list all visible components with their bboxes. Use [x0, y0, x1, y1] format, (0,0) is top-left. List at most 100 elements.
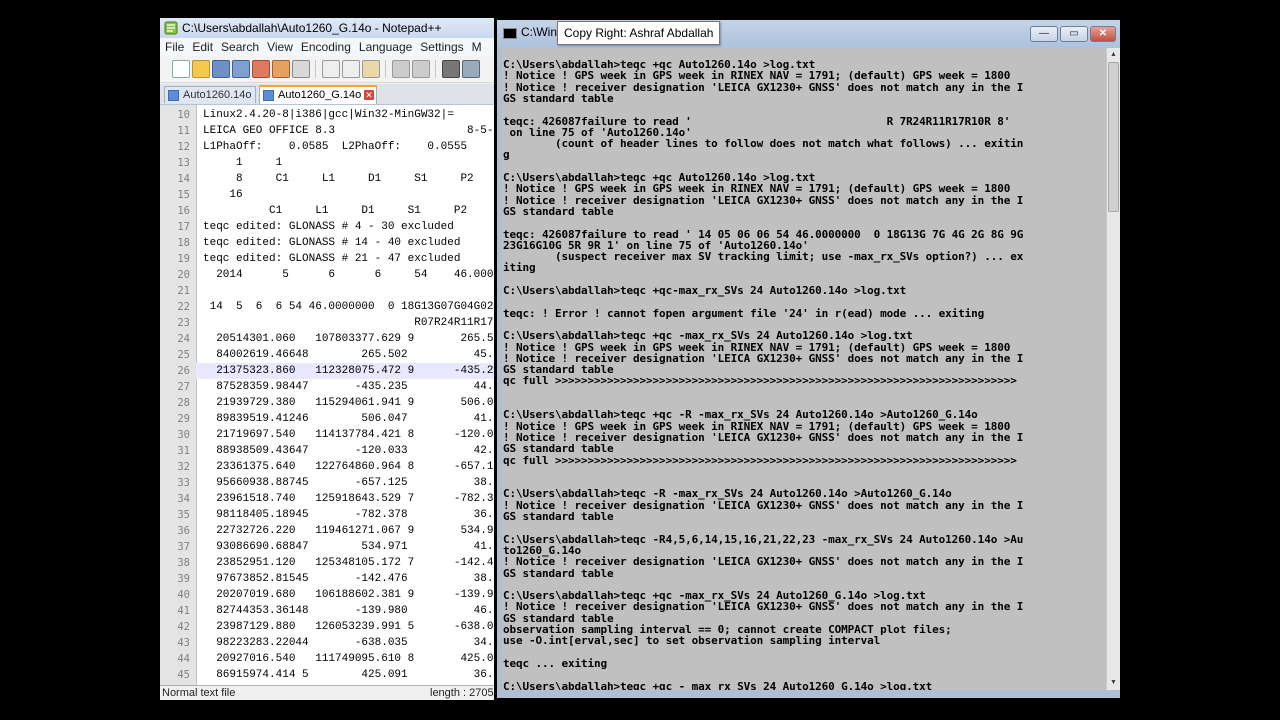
save-all-icon[interactable]: [232, 60, 250, 78]
console-line: teqc: ! Error ! cannot fopen argument fi…: [503, 306, 985, 320]
code-line[interactable]: teqc edited: GLONASS # 21 - 47 excluded: [203, 251, 460, 267]
code-line[interactable]: 89839519.41246 506.047 41.0: [203, 411, 494, 427]
cmd-icon: [503, 28, 517, 39]
code-line[interactable]: teqc edited: GLONASS # 4 - 30 excluded: [203, 219, 454, 235]
menu-language[interactable]: Language: [354, 38, 412, 56]
paste-icon[interactable]: [362, 60, 380, 78]
status-file-type: Normal text file: [162, 687, 236, 699]
scrollbar-thumb[interactable]: [1108, 62, 1119, 212]
menu-file[interactable]: File: [160, 38, 184, 56]
code-line[interactable]: 95660938.88745 -657.125 38.0: [203, 475, 494, 491]
line-number: 40: [177, 589, 190, 601]
console-scrollbar[interactable]: ▲ ▼: [1106, 48, 1120, 690]
menu-view[interactable]: View: [262, 38, 293, 56]
code-line[interactable]: 20514301.060 107803377.629 9 265.5: [203, 331, 493, 347]
code-line[interactable]: 97673852.81545 -142.476 38.3: [203, 571, 494, 587]
line-number: 23: [177, 317, 190, 329]
code-line[interactable]: 88938509.43647 -120.033 42.8: [203, 443, 494, 459]
code-line[interactable]: 14 5 6 6 54 46.0000000 0 18G13G07G04G02: [203, 299, 494, 315]
close-file-icon[interactable]: [252, 60, 270, 78]
code-line[interactable]: 82744353.36148 -139.980 46.3: [203, 603, 494, 619]
cut-icon[interactable]: [322, 60, 340, 78]
code-line[interactable]: LEICA GEO OFFICE 8.3 8-5-: [203, 123, 493, 139]
code-line[interactable]: 16: [203, 187, 242, 203]
code-line[interactable]: 98223283.22044 -638.035 34.0: [203, 635, 494, 651]
menu-edit[interactable]: Edit: [187, 38, 213, 56]
code-line[interactable]: 23961518.740 125918643.529 7 -782.3: [203, 491, 493, 507]
scroll-down-icon[interactable]: ▼: [1107, 676, 1120, 689]
copy-icon[interactable]: [342, 60, 360, 78]
code-line[interactable]: teqc edited: GLONASS # 14 - 40 excluded: [203, 235, 460, 251]
line-number: 34: [177, 493, 190, 505]
code-line[interactable]: 23852951.120 125348105.172 7 -142.4: [203, 555, 493, 571]
code-line[interactable]: R07R24R11R17: [203, 315, 493, 331]
console-line: GS standard table: [503, 566, 614, 580]
line-number: 16: [177, 205, 190, 217]
line-number: 10: [177, 109, 190, 121]
code-line[interactable]: 21719697.540 114137784.421 8 -120.0: [203, 427, 493, 443]
new-file-icon[interactable]: [172, 60, 190, 78]
close-tab-icon[interactable]: ✕: [364, 90, 374, 100]
code-line[interactable]: 23361375.640 122764860.964 8 -657.1: [203, 459, 493, 475]
open-folder-icon[interactable]: [192, 60, 210, 78]
console-line: teqc ... exiting: [503, 656, 608, 670]
code-line[interactable]: 23987129.880 126053239.991 5 -638.0: [203, 619, 493, 635]
scroll-up-icon[interactable]: ▲: [1107, 48, 1120, 61]
tab-auto1260[interactable]: Auto1260.14o: [164, 86, 256, 103]
code-line[interactable]: Linux2.4.20-8|i386|gcc|Win32-MinGW32|=: [203, 107, 454, 123]
line-number: 25: [177, 349, 190, 361]
line-number: 41: [177, 605, 190, 617]
line-number: 19: [177, 253, 190, 265]
line-number: 24: [177, 333, 190, 345]
console-line: ! Notice ! receiver designation 'LEICA G…: [503, 600, 1024, 614]
console-line: qc full >>>>>>>>>>>>>>>>>>>>>>>>>>>>>>>>…: [503, 374, 1017, 388]
tab-auto1260-g[interactable]: Auto1260_G.14o ✕: [259, 85, 377, 104]
close-all-icon[interactable]: [272, 60, 290, 78]
code-line[interactable]: L1PhaOff: 0.0585 L2PhaOff: 0.0555: [203, 139, 467, 155]
replace-icon[interactable]: [462, 60, 480, 78]
console-output[interactable]: C:\Users\abdallah>teqc +qc Auto1260.14o …: [502, 48, 1106, 690]
line-number: 27: [177, 381, 190, 393]
code-line[interactable]: 93086690.68847 534.971 41.7: [203, 539, 494, 555]
save-icon[interactable]: [212, 60, 230, 78]
find-icon[interactable]: [442, 60, 460, 78]
code-line[interactable]: 2014 5 6 6 54 46.0000000: [203, 267, 494, 283]
console-line: GS standard table: [503, 91, 614, 105]
print-icon[interactable]: [292, 60, 310, 78]
code-line[interactable]: 20927016.540 111749095.610 8 425.0: [203, 651, 493, 667]
code-line[interactable]: 1 1: [203, 155, 282, 171]
code-line[interactable]: 20207019.680 106188602.381 9 -139.9: [203, 587, 493, 603]
console-line: qc full >>>>>>>>>>>>>>>>>>>>>>>>>>>>>>>>…: [503, 453, 1017, 467]
line-number: 22: [177, 301, 190, 313]
line-number: 28: [177, 397, 190, 409]
code-line[interactable]: 8 C1 L1 D1 S1 P2 L2: [203, 171, 494, 187]
code-line[interactable]: 87528359.98447 -435.235 44.3: [203, 379, 494, 395]
menu-settings[interactable]: Settings: [415, 38, 463, 56]
notepad-title-bar[interactable]: C:\Users\abdallah\Auto1260_G.14o - Notep…: [160, 18, 494, 38]
file-icon: [168, 90, 179, 101]
line-number: 29: [177, 413, 190, 425]
code-line[interactable]: 84002619.46648 265.502 45.9: [203, 347, 494, 363]
code-line[interactable]: 22732726.220 119461271.067 9 534.9: [203, 523, 493, 539]
tab-label: Auto1260.14o: [183, 89, 252, 101]
redo-icon[interactable]: [412, 60, 430, 78]
line-number: 42: [177, 621, 190, 633]
code-line[interactable]: 21939729.380 115294061.941 9 506.0: [203, 395, 493, 411]
maximize-button[interactable]: ▭: [1060, 26, 1088, 42]
code-line[interactable]: 86915974.414 5 425.091 36.9: [203, 667, 494, 683]
menu-search[interactable]: Search: [216, 38, 259, 56]
menu-encoding[interactable]: Encoding: [296, 38, 351, 56]
menu-more[interactable]: M: [467, 38, 482, 56]
code-line[interactable]: 21375323.860 112328075.472 9 -435.2: [203, 363, 493, 379]
close-button[interactable]: ✕: [1090, 26, 1116, 42]
line-number: 44: [177, 653, 190, 665]
undo-icon[interactable]: [392, 60, 410, 78]
text-editor[interactable]: 10 11 12 13 14 15 16 17 18 19 20 21 22 23 24 25 26 27 28 29…: [160, 105, 494, 685]
notepad-app-icon: [164, 21, 178, 35]
code-line[interactable]: C1 L1 D1 S1 P2 L2: [203, 203, 494, 219]
copyright-tooltip: Copy Right: Ashraf Abdallah: [557, 21, 721, 45]
code-line[interactable]: 98118405.18945 -782.378 36.3: [203, 507, 494, 523]
line-number: 37: [177, 541, 190, 553]
minimize-button[interactable]: —: [1030, 26, 1058, 42]
console-line: C:\Users\abdallah>teqc +qc -R -max_rx_SV…: [503, 408, 978, 422]
